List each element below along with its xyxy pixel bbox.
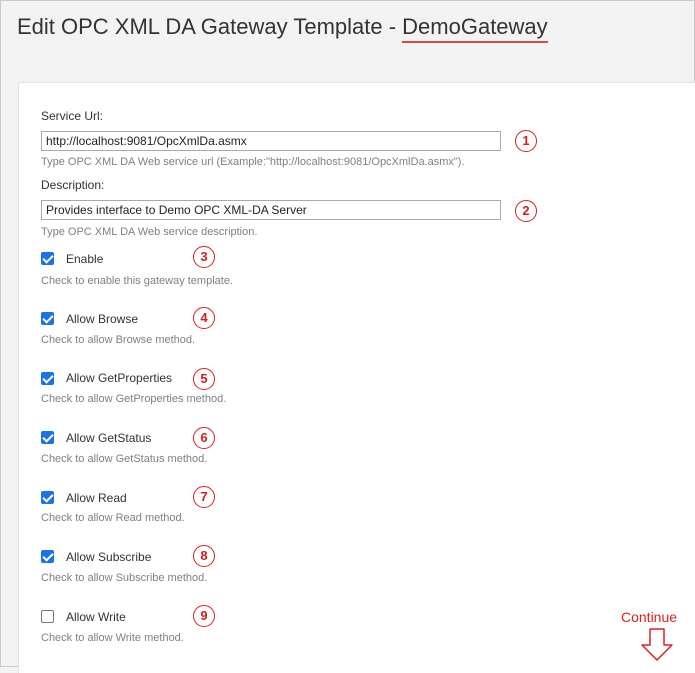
marker-badge: 8 <box>193 545 215 567</box>
marker-badge: 6 <box>193 427 215 449</box>
allow-browse-label: Allow Browse <box>66 312 139 326</box>
service-url-input[interactable] <box>41 131 501 151</box>
marker-badge: 3 <box>193 246 215 268</box>
service-url-help: Type OPC XML DA Web service url (Example… <box>41 156 465 168</box>
allow-subscribe-help: Check to allow Subscribe method. <box>41 572 208 584</box>
page-title: Edit OPC XML DA Gateway Template - DemoG… <box>17 14 548 43</box>
marker-badge: 4 <box>193 307 215 329</box>
allow-browse-checkbox[interactable] <box>41 312 54 325</box>
marker-badge: 5 <box>193 368 215 390</box>
allow-read-help: Check to allow Read method. <box>41 512 185 524</box>
allow-getstatus-help: Check to allow GetStatus method. <box>41 453 208 465</box>
description-help: Type OPC XML DA Web service description. <box>41 226 258 238</box>
description-input[interactable] <box>41 200 501 220</box>
marker-badge: 2 <box>515 200 537 222</box>
allow-getstatus-checkbox[interactable] <box>41 431 54 444</box>
description-label: Description: <box>41 178 105 192</box>
allow-write-label: Allow Write <box>66 610 126 624</box>
allow-browse-help: Check to allow Browse method. <box>41 334 196 346</box>
allow-write-checkbox[interactable] <box>41 610 54 623</box>
enable-help: Check to enable this gateway template. <box>41 275 234 287</box>
allow-getstatus-label: Allow GetStatus <box>66 431 152 445</box>
marker-badge: 7 <box>193 486 215 508</box>
enable-label: Enable <box>66 252 104 266</box>
allow-subscribe-label: Allow Subscribe <box>66 550 152 564</box>
allow-write-help: Check to allow Write method. <box>41 632 184 644</box>
title-prefix: Edit OPC XML DA Gateway Template - <box>17 14 403 39</box>
service-url-label: Service Url: <box>41 109 104 123</box>
allow-read-label: Allow Read <box>66 491 127 505</box>
allow-getproperties-label: Allow GetProperties <box>66 371 173 385</box>
allow-getproperties-help: Check to allow GetProperties method. <box>41 393 227 405</box>
allow-read-checkbox[interactable] <box>41 491 54 504</box>
gateway-name: DemoGateway <box>402 14 548 43</box>
allow-getproperties-checkbox[interactable] <box>41 372 54 385</box>
enable-checkbox[interactable] <box>41 252 54 265</box>
marker-badge: 9 <box>193 605 215 627</box>
down-arrow-icon <box>641 628 673 661</box>
continue-label: Continue <box>621 609 678 625</box>
marker-badge: 1 <box>515 130 537 152</box>
allow-subscribe-checkbox[interactable] <box>41 550 54 563</box>
